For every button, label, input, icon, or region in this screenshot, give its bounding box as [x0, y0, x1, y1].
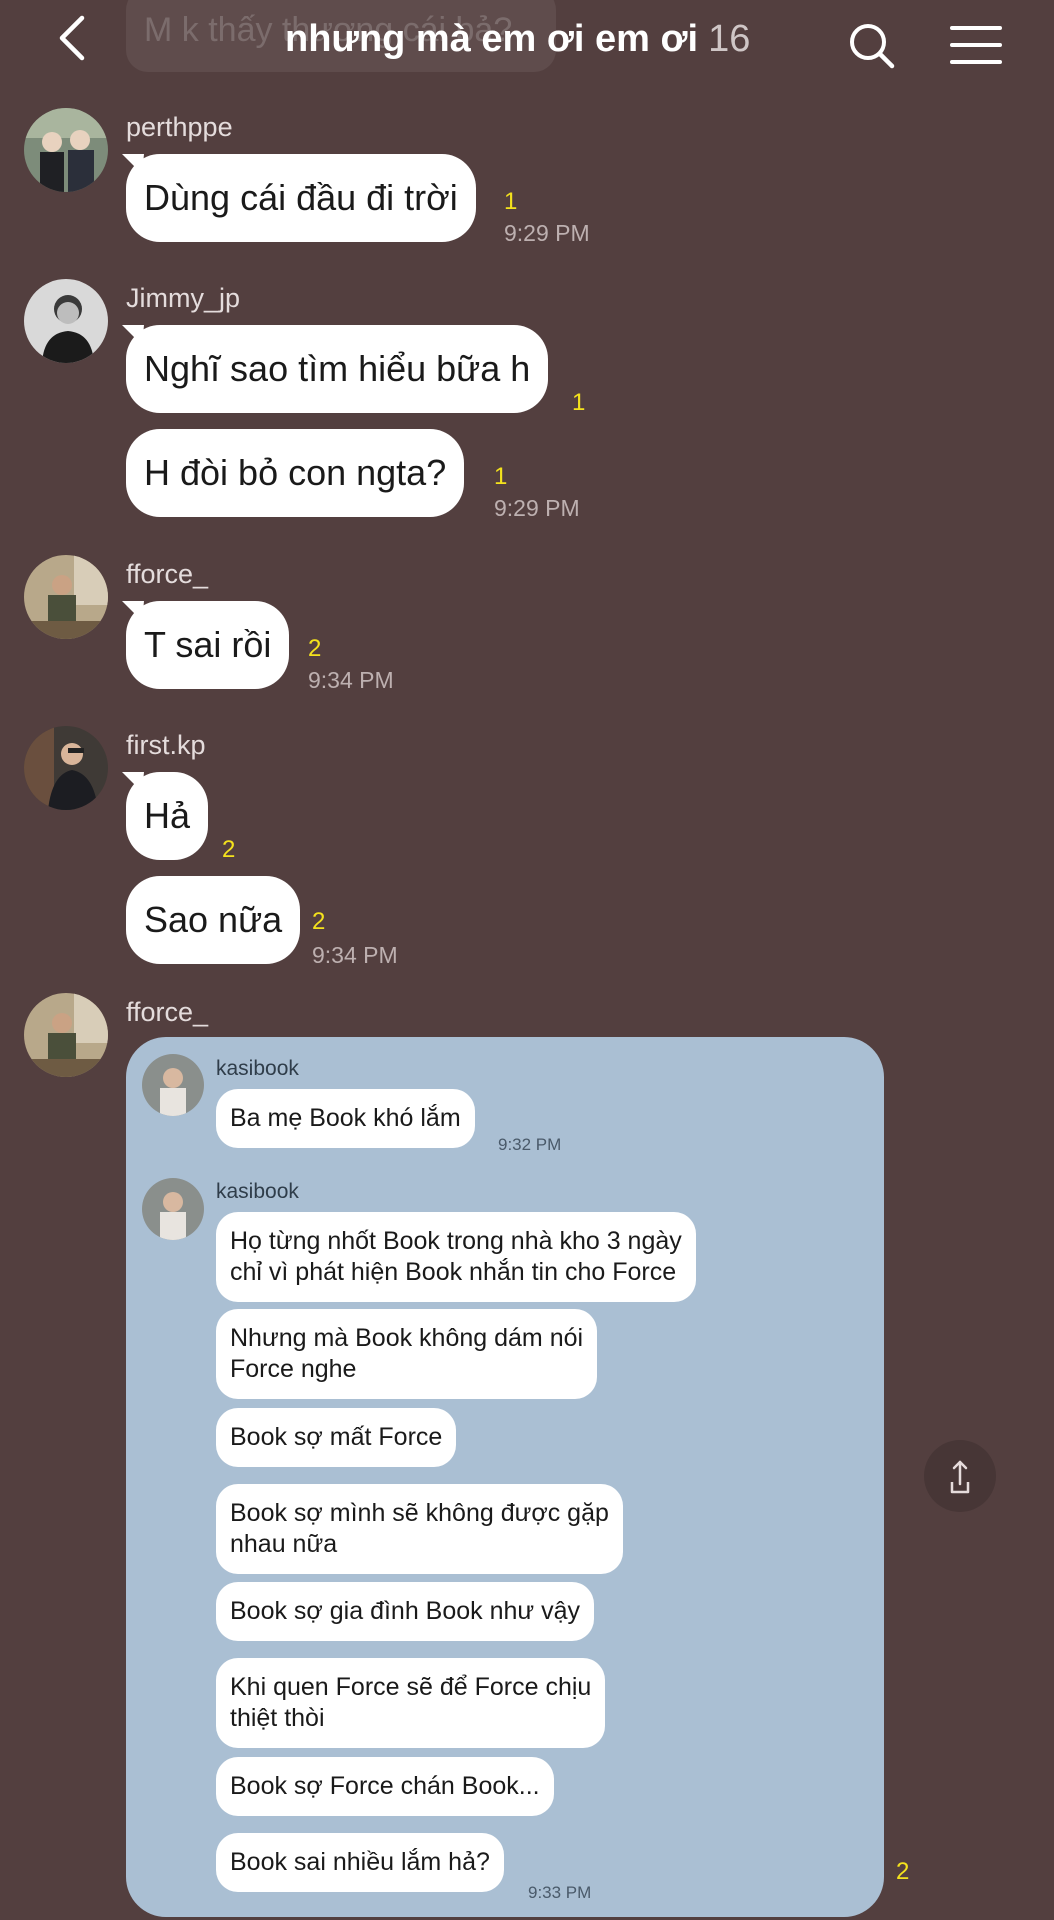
member-count: 16: [708, 18, 751, 60]
unread-count: 2: [896, 1858, 910, 1885]
message-time: 9:34 PM: [312, 942, 398, 968]
avatar[interactable]: [24, 993, 108, 1077]
unread-count: 1: [504, 188, 518, 215]
avatar-photo: [24, 726, 108, 810]
message-bubble: Họ từng nhốt Book trong nhà kho 3 ngày c…: [216, 1212, 696, 1302]
username: perthppe: [126, 112, 233, 142]
message-time: 9:29 PM: [504, 220, 590, 246]
message-line: Khi quen Force sẽ để Force chịu: [230, 1673, 592, 1701]
message-line: Book sợ mất Force: [230, 1423, 443, 1451]
avatar-photo: [24, 279, 108, 363]
message-line: Book sợ Force chán Book...: [230, 1772, 540, 1800]
username: first.kp: [126, 730, 206, 760]
avatar-photo: [142, 1178, 204, 1240]
unread-count: 2: [308, 635, 322, 662]
search-icon: [850, 24, 895, 69]
message-line: Book sợ mình sẽ không được gặp: [230, 1499, 609, 1527]
username: kasibook: [216, 1057, 299, 1080]
message-bubble[interactable]: Dùng cái đầu đi trời: [126, 154, 476, 242]
message-bubble: Book sai nhiều lắm hả?: [216, 1833, 504, 1892]
share-button[interactable]: [924, 1440, 996, 1512]
avatar-photo: [24, 993, 108, 1077]
unread-count: 2: [312, 908, 326, 935]
username: Jimmy_jp: [126, 283, 241, 313]
username: kasibook: [216, 1180, 299, 1203]
avatar[interactable]: [24, 279, 108, 363]
hamburger-menu-icon: [950, 26, 1002, 64]
share-icon: [950, 1460, 970, 1494]
message-line: nhau nữa: [230, 1530, 338, 1558]
unread-count: 2: [222, 836, 236, 863]
avatar-photo: [24, 555, 108, 639]
message-time: 9:32 PM: [498, 1135, 562, 1154]
avatar: [142, 1178, 204, 1240]
menu-button[interactable]: [950, 24, 1002, 66]
message-time: 9:29 PM: [494, 495, 580, 521]
avatar: [142, 1054, 204, 1116]
username: fforce_: [126, 559, 209, 589]
username: fforce_: [126, 997, 209, 1027]
message-line: Họ từng nhốt Book trong nhà kho 3 ngày: [230, 1227, 682, 1255]
message-line: Nhưng mà Book không dám nói: [230, 1324, 584, 1352]
chat-header: M k thấy thương cái bả? nhưng mà em ơi e…: [0, 0, 1054, 80]
avatar[interactable]: [24, 726, 108, 810]
message-bubble[interactable]: T sai rồi: [126, 601, 290, 689]
message-bubble: Book sợ gia đình Book như vậy: [216, 1582, 594, 1641]
message-bubble[interactable]: Sao nữa: [126, 876, 301, 964]
message-line: Book sợ gia đình Book như vậy: [230, 1597, 580, 1625]
message-time: 9:34 PM: [308, 667, 394, 693]
message-bubble[interactable]: H đòi bỏ con ngta?: [126, 429, 465, 517]
chat-name: nhưng mà em ơi em ơi: [285, 18, 699, 60]
chat-screen: M k thấy thương cái bả? nhưng mà em ơi e…: [0, 0, 1054, 1920]
message-bubble: Book sợ mất Force: [216, 1408, 457, 1467]
message-bubble: Ba mẹ Book khó lắm: [216, 1089, 475, 1148]
message-line: Book sai nhiều lắm hả?: [230, 1848, 490, 1876]
message-bubble: Book sợ Force chán Book...: [216, 1757, 554, 1816]
avatar-photo: [142, 1054, 204, 1116]
chevron-left-icon: [59, 15, 85, 61]
avatar[interactable]: [24, 555, 108, 639]
message-bubble[interactable]: Nghĩ sao tìm hiểu bữa h: [126, 325, 549, 413]
message-line: Force nghe: [230, 1355, 357, 1383]
message-bubble: Nhưng mà Book không dám nói Force nghe: [216, 1309, 598, 1399]
message-line: thiệt thòi: [230, 1704, 325, 1732]
unread-count: 1: [572, 389, 586, 416]
avatar[interactable]: [24, 108, 108, 192]
message-bubble[interactable]: Hả: [126, 772, 209, 860]
avatar-photo: [24, 108, 108, 192]
message-line: chỉ vì phát hiện Book nhắn tin cho Force: [230, 1258, 677, 1286]
search-button[interactable]: [848, 22, 896, 70]
message-bubble: Khi quen Force sẽ để Force chịu thiệt th…: [216, 1658, 606, 1748]
back-button[interactable]: [52, 14, 92, 62]
unread-count: 1: [494, 463, 508, 490]
message-time: 9:33 PM: [528, 1883, 592, 1902]
forwarded-messages-card[interactable]: kasibook Ba mẹ Book khó lắm 9:32 PM kasi…: [126, 1037, 884, 1917]
chat-title: nhưng mà em ơi em ơi 16: [285, 14, 750, 64]
message-bubble: Book sợ mình sẽ không được gặp nhau nữa: [216, 1484, 623, 1574]
